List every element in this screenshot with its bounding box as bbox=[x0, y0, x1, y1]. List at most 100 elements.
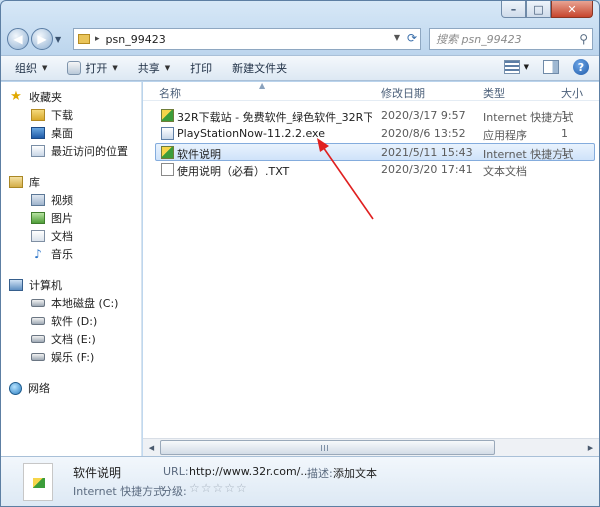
file-row[interactable]: 32R下载站 - 免费软件_绿色软件_32R下... 2020/3/17 9:5… bbox=[143, 107, 599, 125]
back-arrow-icon: ◀ bbox=[13, 32, 23, 46]
forward-button[interactable]: ▶ bbox=[31, 28, 53, 50]
text-document-icon bbox=[161, 163, 174, 176]
breadcrumb-current[interactable]: psn_99423 bbox=[106, 33, 166, 46]
selected-file-icon bbox=[23, 463, 53, 501]
preview-pane-icon[interactable] bbox=[543, 60, 559, 74]
nav-item-drive-c[interactable]: 本地磁盘 (C:) bbox=[1, 294, 141, 312]
nav-libraries[interactable]: 库 bbox=[1, 173, 141, 191]
close-button[interactable]: ✕ bbox=[551, 1, 593, 18]
details-url-value[interactable]: http://www.32r.com/... bbox=[189, 465, 311, 478]
share-button[interactable]: 共享 ▼ bbox=[138, 60, 170, 76]
nav-favorites-label: 收藏夹 bbox=[29, 91, 62, 104]
sort-ascending-icon: ▲ bbox=[259, 81, 266, 90]
scroll-thumb[interactable] bbox=[160, 440, 495, 455]
nav-item-music[interactable]: ♪ 音乐 bbox=[1, 245, 141, 263]
nav-item-label: 图片 bbox=[51, 212, 73, 225]
nav-network[interactable]: 网络 bbox=[1, 379, 141, 397]
nav-item-label: 娱乐 (F:) bbox=[51, 351, 95, 364]
minimize-button[interactable]: – bbox=[501, 1, 526, 18]
print-button[interactable]: 打印 bbox=[190, 60, 212, 76]
nav-item-pictures[interactable]: 图片 bbox=[1, 209, 141, 227]
file-row[interactable]: 使用说明（必看）.TXT 2020/3/20 17:41 文本文档 bbox=[143, 161, 599, 179]
recent-pages-dropdown[interactable]: ▼ bbox=[55, 35, 67, 44]
details-description-value[interactable]: 添加文本 bbox=[333, 465, 377, 481]
view-controls: ▼ ? bbox=[503, 59, 589, 75]
details-type: Internet 快捷方式 bbox=[73, 485, 165, 498]
print-label: 打印 bbox=[190, 62, 213, 75]
nav-favorites[interactable]: ★ 收藏夹 bbox=[1, 88, 141, 106]
change-view-icon[interactable] bbox=[503, 60, 520, 74]
hard-drive-icon bbox=[31, 299, 45, 307]
nav-computer-label: 计算机 bbox=[29, 279, 62, 292]
file-row-selected[interactable]: 软件说明 2021/5/11 15:43 Internet 快捷方式 1 bbox=[155, 143, 595, 161]
video-library-icon bbox=[31, 194, 45, 206]
download-folder-icon bbox=[31, 109, 45, 121]
nav-libraries-label: 库 bbox=[29, 176, 40, 189]
forward-arrow-icon: ▶ bbox=[37, 32, 47, 46]
file-size: 1 bbox=[561, 127, 568, 140]
recent-places-icon bbox=[31, 145, 45, 157]
nav-item-downloads[interactable]: 下载 bbox=[1, 106, 141, 124]
file-date: 2020/3/17 9:57 bbox=[381, 109, 466, 122]
breadcrumb-chevron-icon[interactable]: ▸ bbox=[95, 34, 100, 44]
desktop-icon bbox=[31, 127, 45, 139]
document-library-icon bbox=[31, 230, 45, 242]
file-type: 应用程序 bbox=[483, 129, 527, 142]
nav-item-desktop[interactable]: 桌面 bbox=[1, 124, 141, 142]
address-dropdown-icon[interactable]: ▼ bbox=[394, 33, 400, 42]
nav-network-label: 网络 bbox=[28, 382, 50, 395]
column-headers: ▲ 名称 修改日期 类型 大小 bbox=[143, 81, 599, 101]
help-icon[interactable]: ? bbox=[573, 59, 589, 75]
caption-buttons: – □ ✕ bbox=[501, 1, 593, 19]
refresh-icon[interactable]: ⟳ bbox=[407, 31, 417, 45]
command-bar: 组织 ▼ 打开 ▼ 共享 ▼ 打印 新建文件夹 ▼ ? bbox=[1, 55, 599, 81]
nav-item-label: 最近访问的位置 bbox=[51, 145, 128, 158]
file-row[interactable]: PlayStationNow-11.2.2.exe 2020/8/6 13:52… bbox=[143, 125, 599, 143]
folder-icon bbox=[78, 34, 90, 44]
nav-item-drive-f[interactable]: 娱乐 (F:) bbox=[1, 348, 141, 366]
nav-item-drive-d[interactable]: 软件 (D:) bbox=[1, 312, 141, 330]
rating-stars[interactable]: ☆☆☆☆☆ bbox=[189, 481, 248, 495]
details-title: 软件说明 bbox=[73, 466, 122, 480]
details-rating-label: 分级: bbox=[161, 485, 187, 498]
nav-computer[interactable]: 计算机 bbox=[1, 276, 141, 294]
chevron-down-icon: ▼ bbox=[112, 64, 118, 72]
explorer-window: – □ ✕ ◀ ▶ ▼ ▸ psn_99423 ▼ ⟳ 搜索 psn_99423… bbox=[0, 0, 600, 507]
share-label: 共享 bbox=[137, 62, 160, 75]
column-header-type[interactable]: 类型 bbox=[483, 85, 505, 101]
nav-item-videos[interactable]: 视频 bbox=[1, 191, 141, 209]
scroll-left-icon[interactable]: ◀ bbox=[143, 439, 160, 456]
search-icon[interactable]: ⚲ bbox=[579, 32, 588, 46]
address-bar[interactable]: ▸ psn_99423 ▼ ⟳ bbox=[73, 28, 421, 50]
view-options-dropdown-icon[interactable]: ▼ bbox=[524, 63, 529, 71]
search-input[interactable]: 搜索 psn_99423 ⚲ bbox=[429, 28, 593, 50]
back-button[interactable]: ◀ bbox=[7, 28, 29, 50]
nav-item-documents[interactable]: 文档 bbox=[1, 227, 141, 245]
nav-item-label: 文档 (E:) bbox=[51, 333, 96, 346]
music-note-icon: ♪ bbox=[34, 247, 42, 261]
column-header-date[interactable]: 修改日期 bbox=[381, 85, 425, 101]
library-icon bbox=[9, 176, 23, 188]
nav-item-label: 文档 bbox=[51, 230, 73, 243]
application-icon bbox=[161, 127, 174, 140]
open-icon bbox=[67, 61, 82, 75]
internet-shortcut-icon bbox=[161, 109, 174, 122]
file-type: Internet 快捷方式 bbox=[483, 111, 573, 124]
file-name: 使用说明（必看）.TXT bbox=[177, 165, 290, 178]
open-button[interactable]: 打开 ▼ bbox=[67, 60, 118, 76]
maximize-button[interactable]: □ bbox=[526, 1, 551, 18]
nav-item-drive-e[interactable]: 文档 (E:) bbox=[1, 330, 141, 348]
organize-button[interactable]: 组织 ▼ bbox=[15, 60, 47, 76]
picture-library-icon bbox=[31, 212, 45, 224]
column-header-name[interactable]: 名称 bbox=[159, 85, 181, 101]
column-header-size[interactable]: 大小 bbox=[561, 85, 583, 101]
horizontal-scrollbar[interactable]: ◀ ▶ bbox=[143, 438, 599, 456]
scroll-right-icon[interactable]: ▶ bbox=[582, 439, 599, 456]
new-folder-button[interactable]: 新建文件夹 bbox=[232, 60, 287, 76]
scroll-track[interactable] bbox=[160, 440, 582, 455]
open-label: 打开 bbox=[85, 62, 108, 75]
search-placeholder: 搜索 psn_99423 bbox=[436, 33, 522, 46]
nav-item-recent[interactable]: 最近访问的位置 bbox=[1, 142, 141, 160]
file-date: 2020/8/6 13:52 bbox=[381, 127, 466, 140]
file-rows: 32R下载站 - 免费软件_绿色软件_32R下... 2020/3/17 9:5… bbox=[143, 107, 599, 179]
